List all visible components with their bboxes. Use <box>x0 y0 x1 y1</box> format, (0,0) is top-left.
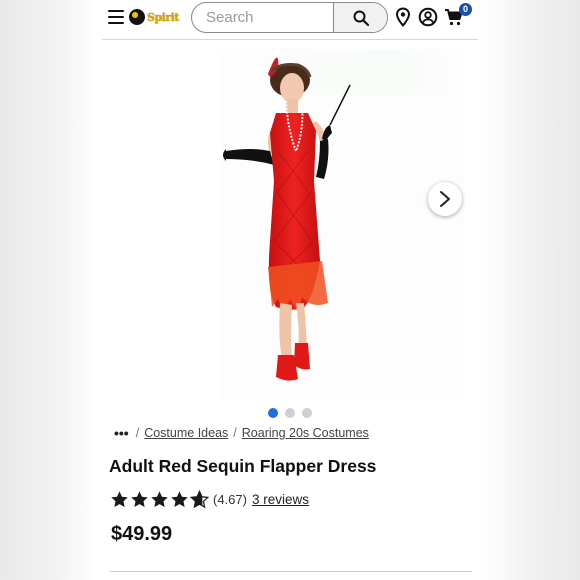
search-icon <box>353 10 369 26</box>
star-partial-icon <box>190 490 209 509</box>
product-price: $49.99 <box>111 523 173 545</box>
cart-count-badge: 0 <box>459 3 472 16</box>
search-box <box>191 2 388 33</box>
breadcrumb-more-button[interactable]: ••• <box>114 425 129 441</box>
star-full-icon <box>171 491 188 508</box>
spirit-logo[interactable]: Spirit <box>129 7 189 27</box>
search-button[interactable] <box>333 3 387 32</box>
breadcrumb: ••• / Costume Ideas / Roaring 20s Costum… <box>114 425 369 441</box>
store-locator-icon[interactable] <box>393 7 413 27</box>
rating-row: (4.67) 3 reviews <box>110 490 309 509</box>
pagination-dot[interactable] <box>268 408 278 418</box>
site-header: Spirit 0 <box>102 0 478 40</box>
hamburger-menu-icon[interactable] <box>108 10 124 24</box>
product-page: Spirit 0 <box>102 0 478 580</box>
star-rating[interactable] <box>110 490 209 509</box>
product-image[interactable] <box>102 41 478 401</box>
reviews-link[interactable]: 3 reviews <box>252 492 309 507</box>
chevron-right-icon <box>440 191 450 207</box>
pagination-dot[interactable] <box>302 408 312 418</box>
breadcrumb-separator: / <box>233 426 237 440</box>
logo-text: Spirit <box>147 10 179 24</box>
search-input[interactable] <box>192 3 333 32</box>
star-full-icon <box>151 491 168 508</box>
pagination-dot[interactable] <box>285 408 295 418</box>
section-divider <box>110 571 472 572</box>
rating-value: (4.67) <box>213 492 247 507</box>
breadcrumb-separator: / <box>135 426 140 440</box>
breadcrumb-link-roaring-20s[interactable]: Roaring 20s Costumes <box>242 426 369 440</box>
image-pagination <box>268 408 312 418</box>
star-full-icon <box>131 491 148 508</box>
product-title: Adult Red Sequin Flapper Dress <box>109 456 377 476</box>
account-icon[interactable] <box>418 7 438 27</box>
breadcrumb-link-costume-ideas[interactable]: Costume Ideas <box>144 426 228 440</box>
next-image-button[interactable] <box>428 182 462 216</box>
logo-ball-icon <box>129 9 145 25</box>
star-full-icon <box>111 491 128 508</box>
